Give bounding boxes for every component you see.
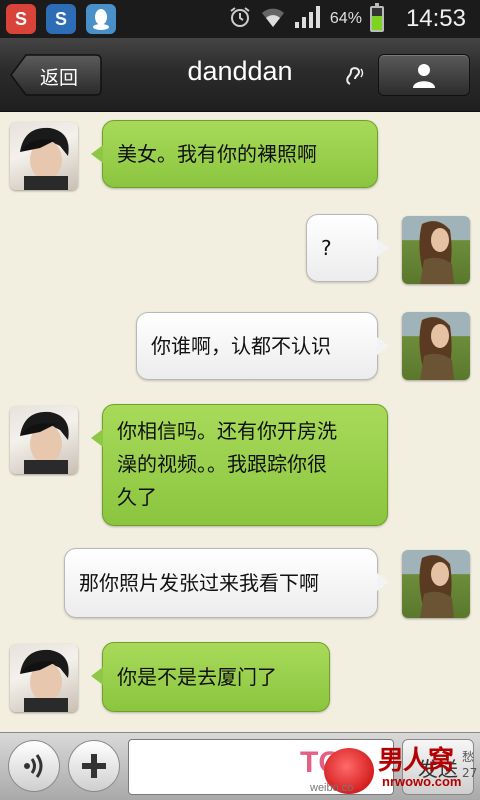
attach-button[interactable] bbox=[68, 740, 120, 792]
incoming-message[interactable]: 你是不是去厦门了 bbox=[91, 642, 330, 712]
my-avatar[interactable] bbox=[402, 216, 470, 284]
message-text: 你相信吗。还有你开房洗 bbox=[117, 419, 337, 443]
message-list[interactable]: 美女。我有你的裸照啊 ? 你谁啊，认都不认识 你相信吗。还有你开房洗 澡的视频。… bbox=[0, 112, 480, 732]
message-text: 那你照片发张过来我看下啊 bbox=[79, 571, 319, 595]
incoming-message[interactable]: 美女。我有你的裸照啊 bbox=[91, 120, 378, 188]
voice-mode-button[interactable] bbox=[8, 740, 60, 792]
wifi-icon bbox=[260, 5, 286, 33]
clock: 14:53 bbox=[405, 5, 466, 32]
qq-icon bbox=[86, 4, 116, 34]
contact-avatar[interactable] bbox=[10, 122, 78, 190]
voice-icon bbox=[24, 754, 43, 778]
message-text: 澡的视频。。我跟踪你很 bbox=[117, 452, 327, 476]
shield-icon: S bbox=[46, 4, 76, 34]
plus-icon bbox=[82, 754, 106, 778]
person-icon bbox=[413, 64, 435, 88]
compose-bar: 发送 bbox=[0, 732, 480, 800]
message-text: 美女。我有你的裸照啊 bbox=[117, 142, 317, 166]
outgoing-message[interactable]: ? bbox=[306, 214, 389, 282]
contact-avatar[interactable] bbox=[10, 644, 78, 712]
signal-icon bbox=[294, 5, 322, 33]
chat-header: 返回 danddan bbox=[0, 38, 480, 112]
outgoing-message[interactable]: 那你照片发张过来我看下啊 bbox=[64, 548, 389, 618]
status-bar: S S 64% 14:53 bbox=[0, 0, 480, 38]
battery-percent: 64% bbox=[329, 10, 362, 27]
earpiece-mode-icon[interactable] bbox=[342, 64, 366, 88]
incoming-message[interactable]: 你相信吗。还有你开房洗 澡的视频。。我跟踪你很 久了 bbox=[91, 404, 388, 526]
contact-avatar[interactable] bbox=[10, 406, 78, 474]
contact-profile-button[interactable] bbox=[378, 54, 470, 96]
alarm-icon bbox=[228, 5, 252, 33]
message-input[interactable] bbox=[128, 739, 394, 795]
battery-icon bbox=[369, 3, 384, 32]
send-button[interactable]: 发送 bbox=[402, 739, 474, 795]
message-text: 久了 bbox=[117, 485, 157, 509]
my-avatar[interactable] bbox=[402, 312, 470, 380]
message-text: 你是不是去厦门了 bbox=[117, 665, 277, 689]
message-text: 你谁啊，认都不认识 bbox=[151, 334, 331, 358]
message-text: ? bbox=[321, 236, 332, 260]
my-avatar[interactable] bbox=[402, 550, 470, 618]
outgoing-message[interactable]: 你谁啊，认都不认识 bbox=[136, 312, 389, 380]
sohu-weibo-icon: S bbox=[6, 4, 36, 34]
